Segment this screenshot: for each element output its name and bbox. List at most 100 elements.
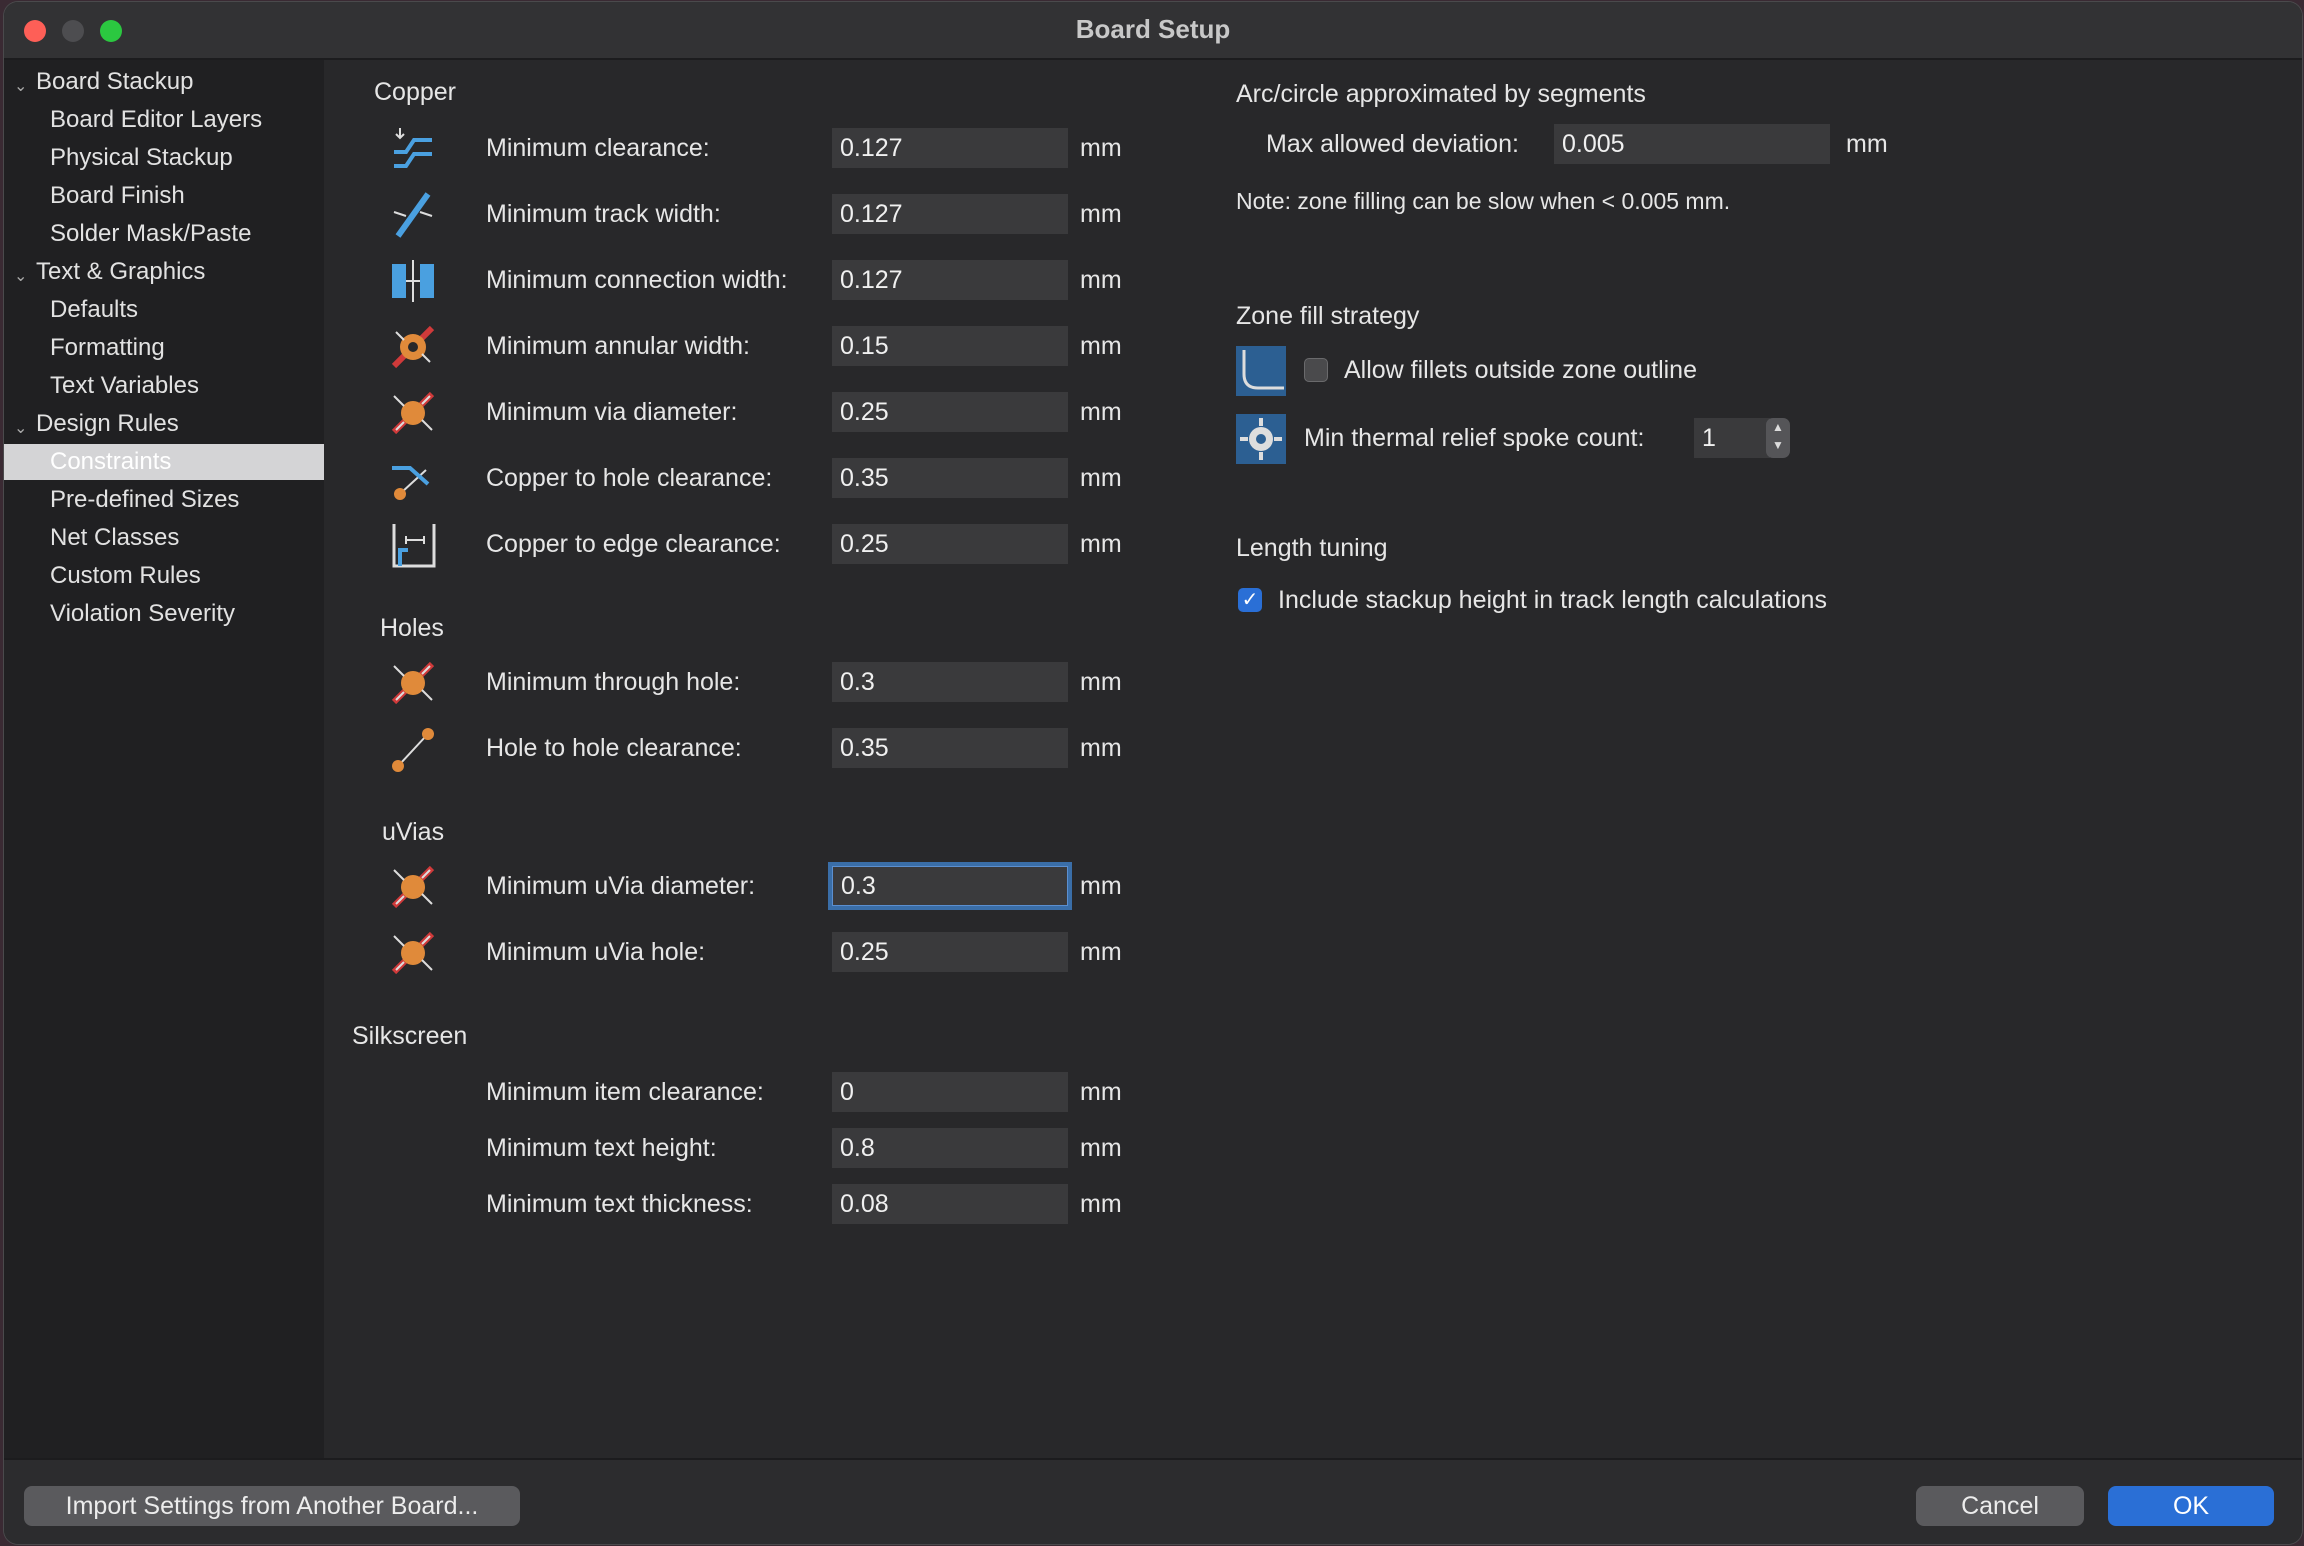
section-title-arc: Arc/circle approximated by segments (1236, 80, 1646, 108)
min-through-hole-label: Minimum through hole: (486, 668, 741, 696)
unit-label: mm (1080, 1134, 1122, 1162)
unit-label: mm (1080, 1078, 1122, 1106)
tree-item-label: Constraints (50, 448, 172, 475)
include-stackup-label: Include stackup height in track length c… (1278, 586, 1827, 614)
chevron-down-icon[interactable]: ⌄ (14, 418, 27, 438)
spoke-count-input[interactable]: 1 (1694, 418, 1770, 458)
unit-label: mm (1080, 668, 1122, 696)
tree-item-solder-mask-paste[interactable]: Solder Mask/Paste (50, 220, 251, 248)
unit-label: mm (1080, 734, 1122, 762)
settings-tree: ⌄ Board Stackup Board Editor Layers Phys… (4, 60, 324, 1460)
tree-item-net-classes[interactable]: Net Classes (50, 524, 179, 552)
min-item-clearance-label: Minimum item clearance: (486, 1078, 764, 1106)
min-through-hole-input[interactable] (832, 662, 1068, 702)
section-title-silkscreen: Silkscreen (352, 1022, 468, 1050)
allow-fillets-label: Allow fillets outside zone outline (1344, 356, 1697, 384)
unit-label: mm (1080, 398, 1122, 426)
through-hole-icon (391, 661, 435, 705)
via-diameter-icon (391, 391, 435, 435)
include-stackup-checkbox[interactable]: ✓ (1238, 588, 1262, 612)
min-annular-width-input[interactable] (832, 326, 1068, 366)
unit-label: mm (1080, 464, 1122, 492)
hole-to-hole-input[interactable] (832, 728, 1068, 768)
unit-label: mm (1080, 530, 1122, 558)
spoke-count-label: Min thermal relief spoke count: (1304, 424, 1645, 452)
connection-width-icon (392, 260, 434, 302)
uvia-hole-icon (391, 931, 435, 975)
tree-item-defaults[interactable]: Defaults (50, 296, 138, 324)
max-deviation-label: Max allowed deviation: (1266, 130, 1519, 158)
tree-item-formatting[interactable]: Formatting (50, 334, 165, 362)
min-item-clearance-input[interactable] (832, 1072, 1068, 1112)
min-clearance-input[interactable] (832, 128, 1068, 168)
thermal-spoke-icon (1236, 414, 1286, 464)
tree-item-text-variables[interactable]: Text Variables (50, 372, 199, 400)
unit-label: mm (1080, 266, 1122, 294)
min-clearance-label: Minimum clearance: (486, 134, 710, 162)
min-text-height-input[interactable] (832, 1128, 1068, 1168)
copper-to-hole-icon (392, 466, 430, 500)
zone-fill-note: Note: zone filling can be slow when < 0.… (1236, 188, 1731, 214)
min-text-height-label: Minimum text height: (486, 1134, 717, 1162)
unit-label: mm (1080, 200, 1122, 228)
ok-button[interactable]: OK (2108, 1486, 2274, 1526)
min-uvia-hole-label: Minimum uVia hole: (486, 938, 706, 966)
import-settings-button[interactable]: Import Settings from Another Board... (24, 1486, 520, 1526)
unit-label: mm (1080, 872, 1122, 900)
unit-label: mm (1080, 134, 1122, 162)
min-uvia-diameter-label: Minimum uVia diameter: (486, 872, 756, 900)
copper-to-hole-input[interactable] (832, 458, 1068, 498)
section-title-zone-fill: Zone fill strategy (1236, 302, 1420, 330)
fillet-icon (1236, 346, 1286, 396)
chevron-down-icon[interactable]: ⌄ (14, 266, 27, 286)
tree-group-board-stackup[interactable]: Board Stackup (36, 68, 193, 96)
min-track-width-label: Minimum track width: (486, 200, 721, 228)
unit-label: mm (1846, 130, 1888, 158)
section-title-holes: Holes (380, 614, 444, 642)
unit-label: mm (1080, 938, 1122, 966)
hole-to-hole-icon (392, 728, 434, 772)
tree-item-predefined-sizes[interactable]: Pre-defined Sizes (50, 486, 239, 514)
tree-group-design-rules[interactable]: Design Rules (36, 410, 179, 438)
section-title-length-tuning: Length tuning (1236, 534, 1388, 562)
uvia-diameter-icon (391, 865, 435, 909)
copper-to-edge-label: Copper to edge clearance: (486, 530, 781, 558)
tree-group-text-graphics[interactable]: Text & Graphics (36, 258, 205, 286)
track-width-icon (393, 192, 433, 238)
section-title-uvias: uVias (382, 818, 445, 846)
cancel-button[interactable]: Cancel (1916, 1486, 2084, 1526)
min-text-thickness-input[interactable] (832, 1184, 1068, 1224)
annular-width-icon (391, 325, 435, 369)
min-text-thickness-label: Minimum text thickness: (486, 1190, 753, 1218)
max-deviation-input[interactable] (1554, 124, 1830, 164)
tree-item-board-editor-layers[interactable]: Board Editor Layers (50, 106, 262, 134)
unit-label: mm (1080, 1190, 1122, 1218)
tree-item-violation-severity[interactable]: Violation Severity (50, 600, 235, 628)
minimum-clearance-icon (394, 128, 432, 168)
min-uvia-diameter-input[interactable] (832, 866, 1068, 906)
tree-item-board-finish[interactable]: Board Finish (50, 182, 185, 210)
min-via-diameter-label: Minimum via diameter: (486, 398, 738, 426)
section-title-copper: Copper (374, 78, 456, 106)
hole-to-hole-label: Hole to hole clearance: (486, 734, 742, 762)
copper-to-edge-icon (392, 524, 436, 568)
min-track-width-input[interactable] (832, 194, 1068, 234)
copper-to-hole-label: Copper to hole clearance: (486, 464, 773, 492)
tree-item-physical-stackup[interactable]: Physical Stackup (50, 144, 233, 172)
allow-fillets-checkbox[interactable] (1304, 358, 1328, 382)
min-uvia-hole-input[interactable] (832, 932, 1068, 972)
stepper-arrows-icon[interactable]: ▲ ▼ (1766, 418, 1790, 458)
min-connection-width-label: Minimum connection width: (486, 266, 788, 294)
chevron-down-icon[interactable]: ⌄ (14, 76, 27, 96)
copper-to-edge-input[interactable] (832, 524, 1068, 564)
tree-item-constraints[interactable]: Constraints (4, 444, 324, 480)
dialog-footer: Import Settings from Another Board... Ca… (4, 1458, 2302, 1544)
window-title: Board Setup (1075, 14, 1231, 44)
min-annular-width-label: Minimum annular width: (486, 332, 750, 360)
title-bar: Board Setup (4, 2, 2302, 60)
min-connection-width-input[interactable] (832, 260, 1068, 300)
board-setup-window: Board Setup ⌄ Board Stackup Board Editor… (4, 2, 2302, 1544)
unit-label: mm (1080, 332, 1122, 360)
tree-item-custom-rules[interactable]: Custom Rules (50, 562, 201, 590)
min-via-diameter-input[interactable] (832, 392, 1068, 432)
